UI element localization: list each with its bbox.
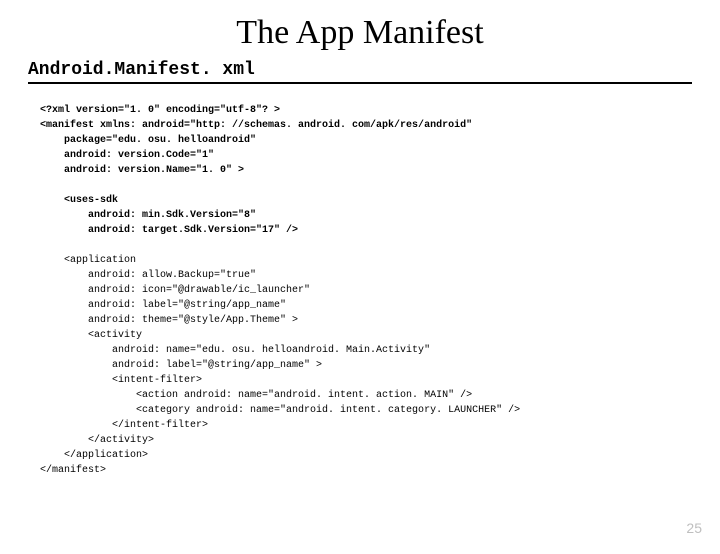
code-line: <uses-sdk — [40, 195, 118, 206]
page-number: 25 — [686, 520, 702, 536]
code-line: android: version.Name="1. 0" > — [40, 165, 244, 176]
code-line: <action android: name="android. intent. … — [40, 390, 472, 401]
code-line: <intent-filter> — [40, 375, 202, 386]
code-line: <activity — [40, 330, 142, 341]
slide-title: The App Manifest — [0, 14, 720, 52]
divider — [28, 82, 692, 84]
code-line: <?xml version="1. 0" encoding="utf-8"? > — [40, 105, 280, 116]
code-line: <manifest xmlns: android="http: //schema… — [40, 120, 472, 131]
code-line: android: allow.Backup="true" — [40, 270, 256, 281]
code-block: <?xml version="1. 0" encoding="utf-8"? >… — [40, 88, 720, 478]
code-line: android: target.Sdk.Version="17" /> — [40, 225, 298, 236]
code-line: </intent-filter> — [40, 420, 208, 431]
code-line: package="edu. osu. helloandroid" — [40, 135, 256, 146]
code-line: android: icon="@drawable/ic_launcher" — [40, 285, 310, 296]
code-line: <category android: name="android. intent… — [40, 405, 520, 416]
code-line: android: name="edu. osu. helloandroid. M… — [40, 345, 430, 356]
code-line: <application — [40, 255, 136, 266]
code-line: android: min.Sdk.Version="8" — [40, 210, 256, 221]
code-line: android: label="@string/app_name" — [40, 300, 286, 311]
code-line: </activity> — [40, 435, 154, 446]
code-line: android: version.Code="1" — [40, 150, 214, 161]
code-line: </application> — [40, 450, 148, 461]
code-line: android: theme="@style/App.Theme" > — [40, 315, 298, 326]
code-line: </manifest> — [40, 465, 106, 476]
filename-heading: Android.Manifest. xml — [28, 60, 720, 80]
code-line: android: label="@string/app_name" > — [40, 360, 322, 371]
